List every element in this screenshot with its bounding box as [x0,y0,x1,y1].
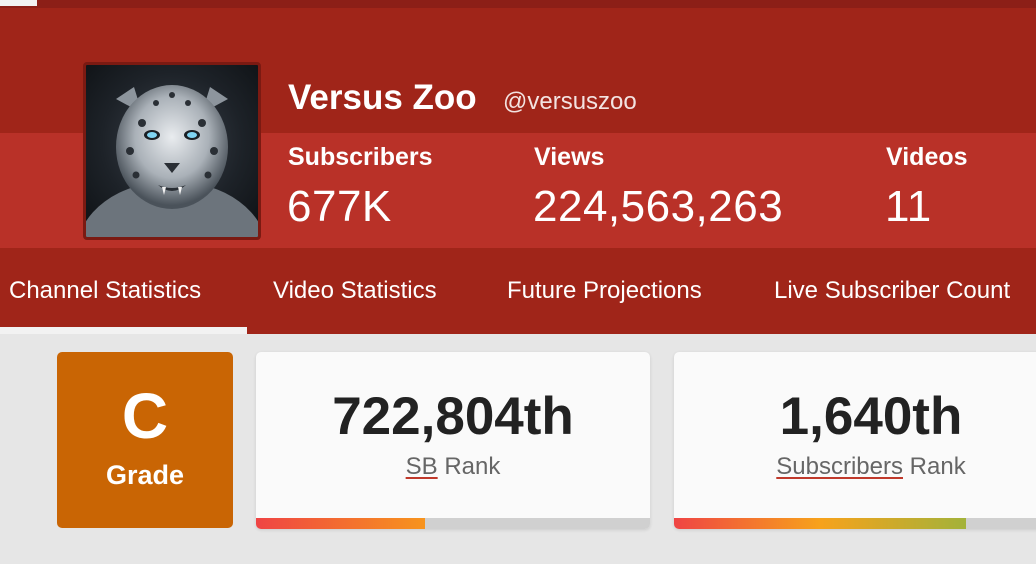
grade-card: C Grade [57,352,233,528]
subscribers-rank-suffix: Rank [903,453,966,480]
grade-label: Grade [105,460,185,490]
grade-letter: C [121,380,169,452]
top-strip [0,0,1036,8]
subscribers-rank-link[interactable]: Subscribers [776,453,903,480]
sb-rank-value: 722,804th [332,387,574,446]
channel-handle: @versuszoo [503,88,637,115]
top-strip-tab [0,0,37,6]
tab-video-statistics[interactable]: Video Statistics [273,277,437,305]
sb-rank-label: SB Rank [256,453,650,481]
sb-rank-card: 722,804th SB Rank [256,352,650,529]
tab-channel-statistics[interactable]: Channel Statistics [9,277,201,305]
tab-live-subscriber-count[interactable]: Live Subscriber Count [774,277,1010,305]
tab-future-projections[interactable]: Future Projections [507,277,702,305]
sb-rank-link[interactable]: SB [406,453,438,480]
subscribers-rank-label: Subscribers Rank [674,453,1036,481]
sb-rank-progress-track [256,518,650,529]
stat-subscribers-label: Subscribers [288,143,433,171]
channel-nav: Channel Statistics Video Statistics Futu… [0,248,1036,334]
snow-leopard-icon [86,85,258,237]
active-tab-indicator [0,327,247,334]
stat-subscribers-value: 677K [287,182,392,231]
sb-rank-progress-fill [256,518,426,529]
subscribers-rank-card: 1,640th Subscribers Rank [674,352,1036,529]
sb-rank-suffix: Rank [437,453,501,480]
subscribers-rank-progress-track [674,518,1036,529]
stat-videos-value: 11 [885,182,932,231]
channel-name: Versus Zoo [288,78,477,117]
subscribers-rank-progress-fill [674,518,966,529]
stat-views-label: Views [534,143,605,171]
channel-avatar[interactable] [83,62,261,240]
stat-videos-label: Videos [886,143,968,171]
stat-views-value: 224,563,263 [533,182,784,231]
subscribers-rank-value: 1,640th [779,387,963,446]
